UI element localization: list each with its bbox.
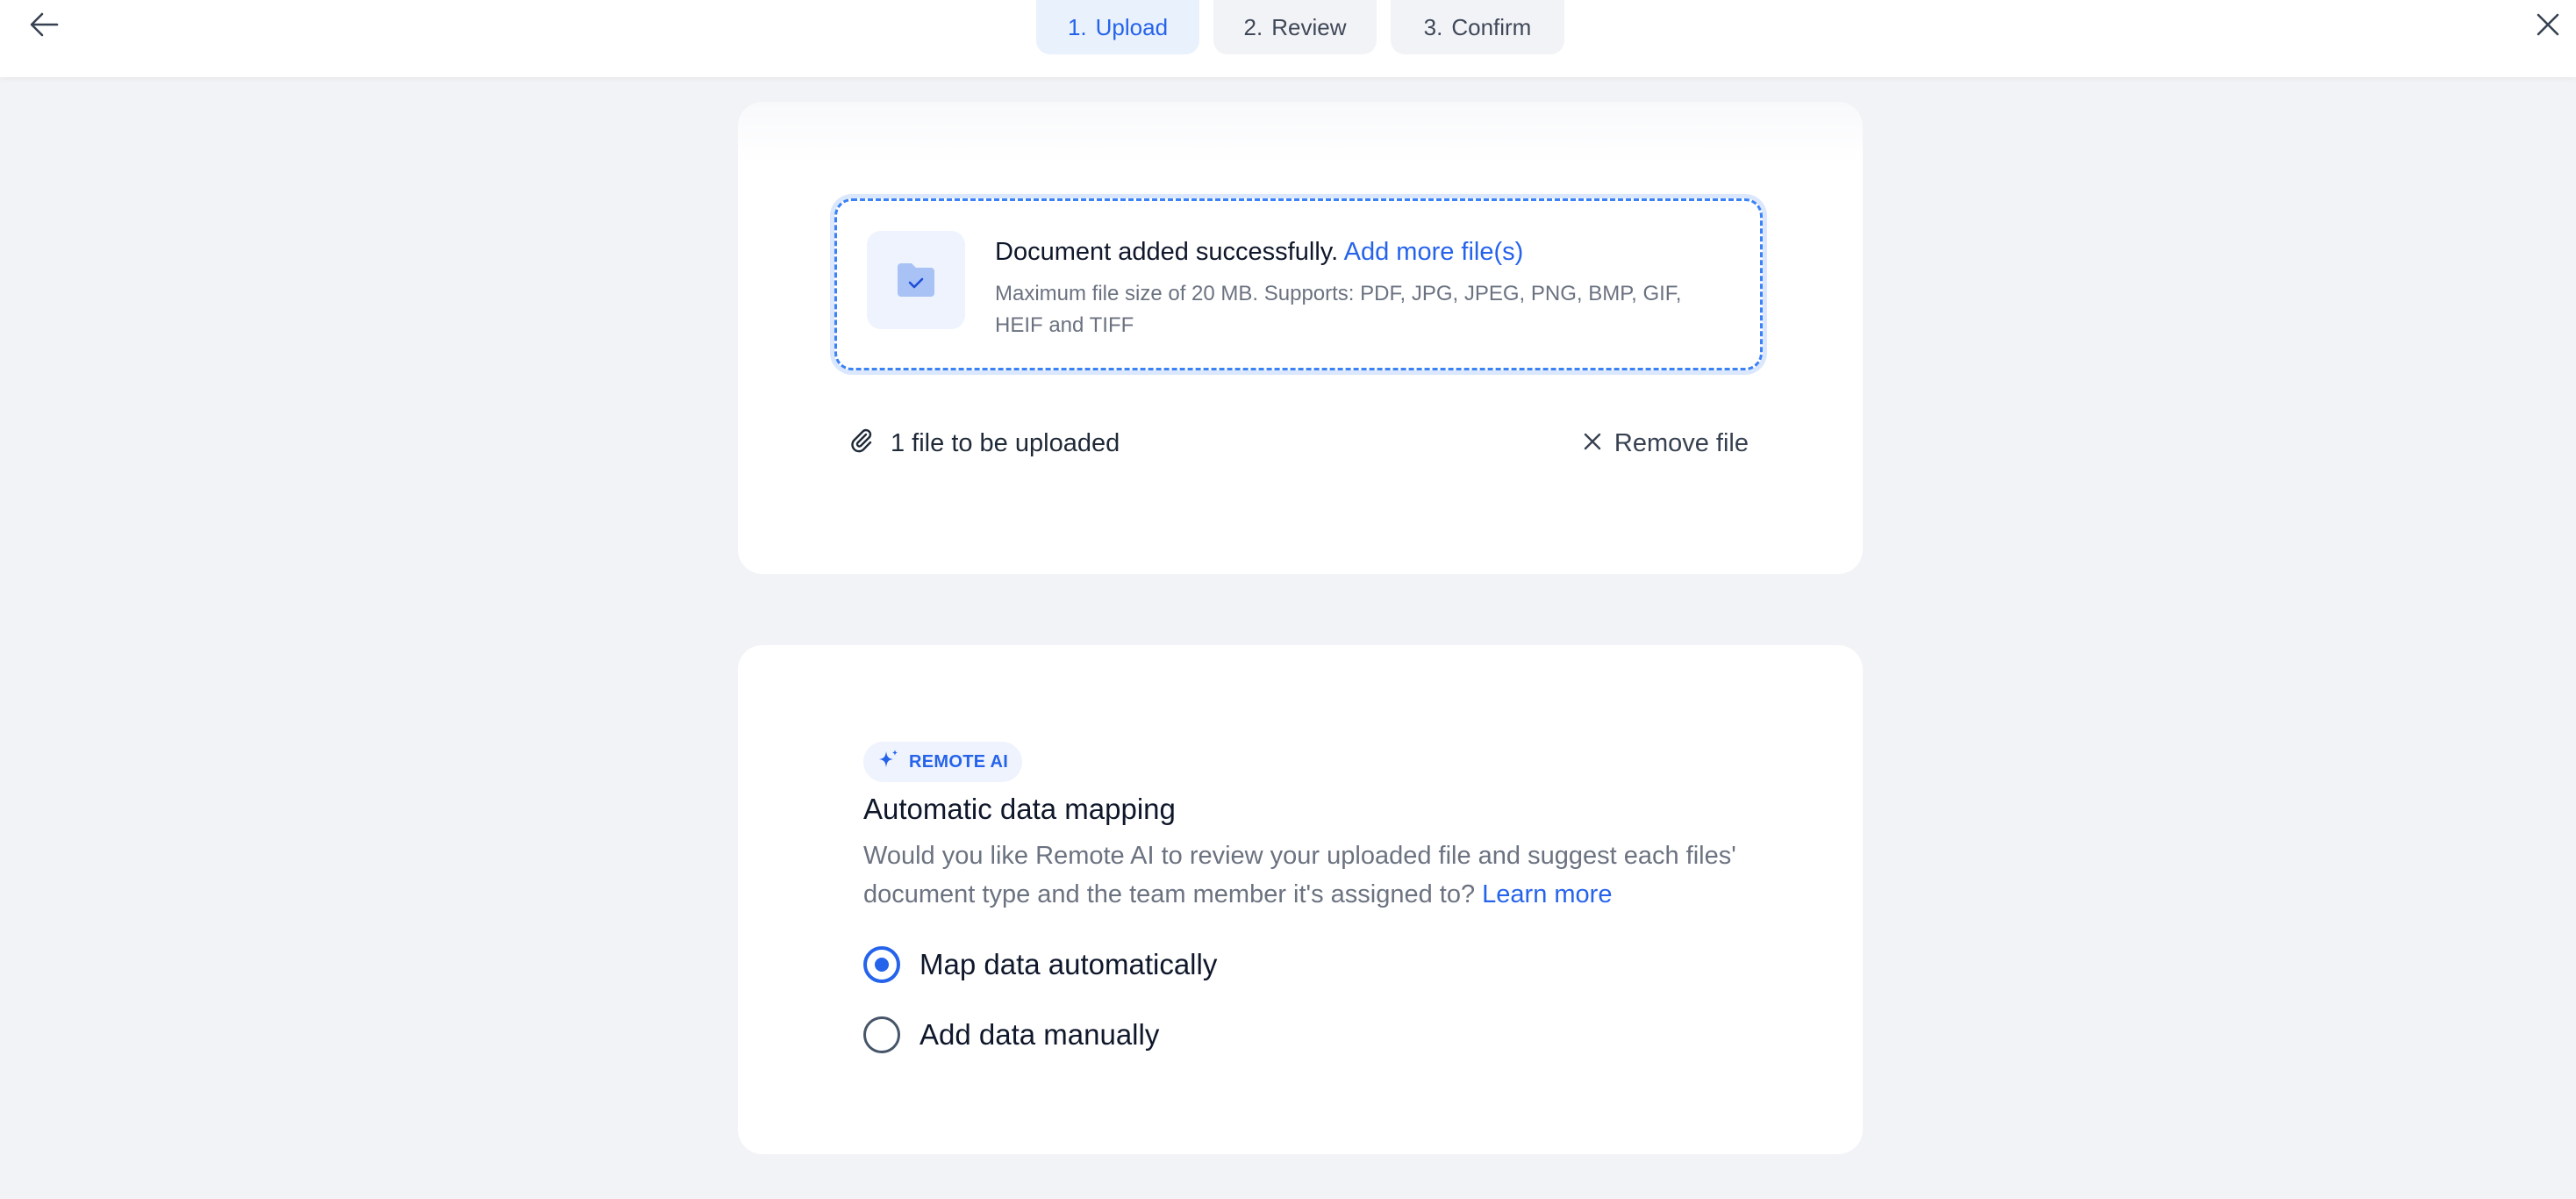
section-title: Automatic data mapping — [863, 793, 1176, 825]
file-count-label: 1 file to be uploaded — [891, 428, 1120, 457]
upload-status: Document added successfully. Add more fi… — [995, 238, 1523, 267]
step-label: Confirm — [1451, 13, 1532, 40]
option-label: Add data manually — [919, 1018, 1160, 1051]
remove-file-button[interactable]: Remove file — [1583, 421, 1749, 465]
step-upload[interactable]: 1. Upload — [1036, 0, 1199, 54]
arrow-left-icon — [29, 11, 59, 42]
folder-check-icon — [867, 231, 965, 329]
file-summary-row: 1 file to be uploaded Remove file — [848, 421, 1749, 465]
option-add-manually[interactable]: Add data manually — [863, 1016, 1159, 1054]
close-icon — [2536, 12, 2560, 41]
sparkle-icon — [877, 748, 909, 776]
step-number: 1. — [1067, 13, 1087, 40]
upload-card: Document added successfully. Add more fi… — [738, 102, 1863, 574]
radio-button-selected[interactable] — [863, 946, 900, 983]
step-review[interactable]: 2. Review — [1213, 0, 1377, 54]
badge-label: REMOTE AI — [909, 751, 1009, 772]
close-button[interactable] — [2529, 11, 2567, 42]
step-number: 3. — [1423, 13, 1443, 40]
back-button[interactable] — [25, 11, 63, 42]
learn-more-link[interactable]: Learn more — [1482, 880, 1612, 908]
close-icon — [1583, 429, 1614, 458]
radio-button[interactable] — [863, 1016, 900, 1053]
section-description: Would you like Remote AI to review your … — [863, 836, 1741, 914]
file-count: 1 file to be uploaded — [848, 421, 1120, 465]
option-label: Map data automatically — [919, 948, 1218, 980]
step-label: Upload — [1095, 13, 1169, 40]
stepper: 1. Upload 2. Review 3. Confirm — [1036, 0, 1564, 54]
top-bar: 1. Upload 2. Review 3. Confirm — [0, 0, 2576, 77]
file-dropzone[interactable]: Document added successfully. Add more fi… — [834, 198, 1763, 370]
step-number: 2. — [1243, 13, 1263, 40]
upload-status-text: Document added successfully. — [995, 238, 1339, 266]
upload-hint: Maximum file size of 20 MB. Supports: PD… — [995, 282, 1682, 337]
option-map-automatically[interactable]: Map data automatically — [863, 945, 1217, 984]
step-label: Review — [1271, 13, 1347, 40]
remove-file-label: Remove file — [1614, 428, 1749, 457]
paperclip-icon — [848, 427, 891, 460]
step-confirm[interactable]: 3. Confirm — [1391, 0, 1564, 54]
add-more-files-link[interactable]: Add more file(s) — [1344, 238, 1524, 266]
remote-ai-badge: REMOTE AI — [863, 742, 1023, 782]
ai-mapping-card: REMOTE AI Automatic data mapping Would y… — [738, 645, 1863, 1154]
